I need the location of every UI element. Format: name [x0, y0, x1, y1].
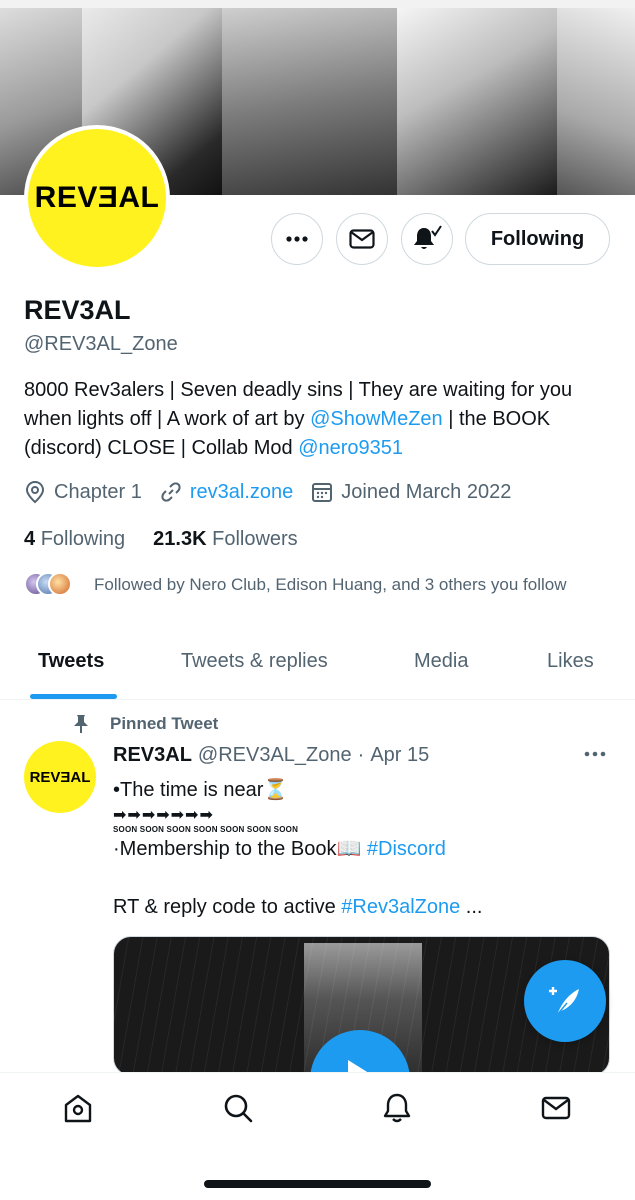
compose-feather-icon [549, 987, 579, 1016]
message-button[interactable] [336, 213, 388, 265]
tweet-line-text: ·Membership to the Book [113, 838, 337, 860]
banner-panel-3 [222, 8, 397, 195]
arrows-icon: ➡➡➡➡➡➡➡ [113, 807, 214, 824]
joined-date: Joined March 2022 [311, 481, 511, 504]
following-button[interactable]: Following [465, 213, 610, 265]
tweet-line-text: RT & reply code to active [113, 896, 342, 918]
book-icon: 📖 [336, 838, 362, 860]
bell-check-icon [414, 225, 442, 249]
tweet-date[interactable]: Apr 15 [370, 744, 429, 767]
profile-tabs: Tweets Tweets & replies Media Likes [0, 630, 635, 700]
location-text: Chapter 1 [54, 480, 142, 503]
following-number: 4 [24, 528, 36, 550]
notifications-icon [383, 1093, 411, 1123]
website-link[interactable]: rev3al.zone [190, 481, 293, 504]
more-icon [584, 751, 606, 757]
profile-handle: @REV3AL_Zone [24, 333, 178, 355]
followers-count[interactable]: 21.3K Followers [153, 528, 298, 551]
following-count[interactable]: 4 Following [24, 528, 125, 551]
nav-messages[interactable] [539, 1091, 573, 1125]
profile-name: REV3AL [24, 295, 131, 325]
tweet-text: •The time is near⏳ ➡➡➡➡➡➡➡ SOON SOON SOO… [113, 776, 613, 922]
banner-panel-4 [397, 8, 557, 195]
followed-by-text: Followed by Nero Club, Edison Huang, and… [94, 575, 567, 594]
followed-by[interactable]: Followed by Nero Club, Edison Huang, and… [24, 572, 567, 598]
mail-icon [349, 229, 375, 249]
location: Chapter 1 [24, 480, 142, 504]
search-icon [224, 1094, 253, 1123]
location-icon [25, 480, 45, 504]
avatar-disc: REVƎAL [28, 129, 166, 267]
active-tab-indicator [30, 694, 117, 699]
nav-home[interactable] [61, 1091, 95, 1125]
home-icon [64, 1094, 92, 1123]
hashtag-discord[interactable]: #Discord [361, 838, 446, 860]
tweet-avatar-logo: REVƎAL [29, 768, 91, 786]
link-icon [161, 482, 181, 502]
following-label: Following [40, 528, 126, 550]
banner-panel-5 [557, 8, 635, 195]
bio-mention-nero[interactable]: @nero9351 [298, 437, 403, 459]
tweet-more-button[interactable] [584, 744, 606, 762]
compose-tweet-button[interactable] [524, 960, 606, 1042]
website[interactable]: rev3al.zone [160, 481, 293, 504]
calendar-icon [312, 483, 333, 502]
tweet-line: RT & reply code to active #Rev3alZone ..… [113, 893, 613, 922]
followers-label: Followers [212, 528, 298, 550]
followers-number: 21.3K [153, 528, 207, 550]
nav-search[interactable] [221, 1091, 255, 1125]
profile-avatar[interactable]: REVƎAL [24, 125, 170, 271]
tab-media[interactable]: Media [414, 650, 468, 673]
tab-likes[interactable]: Likes [547, 650, 594, 673]
home-indicator[interactable] [204, 1180, 431, 1188]
hourglass-icon: ⏳ [263, 779, 289, 801]
pin-icon [74, 715, 88, 733]
follow-counts: 4 Following 21.3K Followers [24, 528, 326, 551]
followed-by-avatars [24, 572, 84, 598]
profile-meta: Chapter 1 rev3al.zone Joined March 2022 [24, 480, 529, 504]
notifications-button[interactable] [401, 213, 453, 265]
tweet-line: ·Membership to the Book📖 #Discord [113, 835, 613, 864]
more-icon [286, 236, 308, 242]
pinned-text: Pinned Tweet [110, 714, 219, 733]
messages-icon [541, 1096, 571, 1120]
tweet-header: REV3AL @REV3AL_Zone · Apr 15 [113, 744, 429, 767]
pinned-label: Pinned Tweet [72, 714, 218, 734]
more-button[interactable] [271, 213, 323, 265]
nav-notifications[interactable] [380, 1091, 414, 1125]
bio-mention-showmezen[interactable]: @ShowMeZen [310, 408, 443, 430]
hashtag-rev3alzone[interactable]: #Rev3alZone [341, 896, 460, 918]
avatar-logo: REVƎAL [34, 181, 160, 214]
joined-text: Joined March 2022 [341, 480, 512, 503]
tab-tweets-replies[interactable]: Tweets & replies [181, 650, 328, 673]
soon-text: SOON SOON SOON SOON SOON SOON SOON [113, 825, 299, 834]
tweet-avatar[interactable]: REVƎAL [24, 741, 96, 813]
tweet-line: •The time is near⏳ [113, 776, 613, 805]
tweet-line-text: •The time is near [113, 779, 264, 801]
tweet-ellipsis: ... [460, 896, 483, 918]
tweet-separator: · [357, 744, 365, 766]
profile-bio: 8000 Rev3alers | Seven deadly sins | The… [24, 376, 620, 463]
tweet-author-handle[interactable]: @REV3AL_Zone [198, 744, 352, 767]
tab-tweets[interactable]: Tweets [38, 650, 104, 673]
avatar [48, 572, 72, 596]
tweet-author-name[interactable]: REV3AL [113, 744, 192, 767]
